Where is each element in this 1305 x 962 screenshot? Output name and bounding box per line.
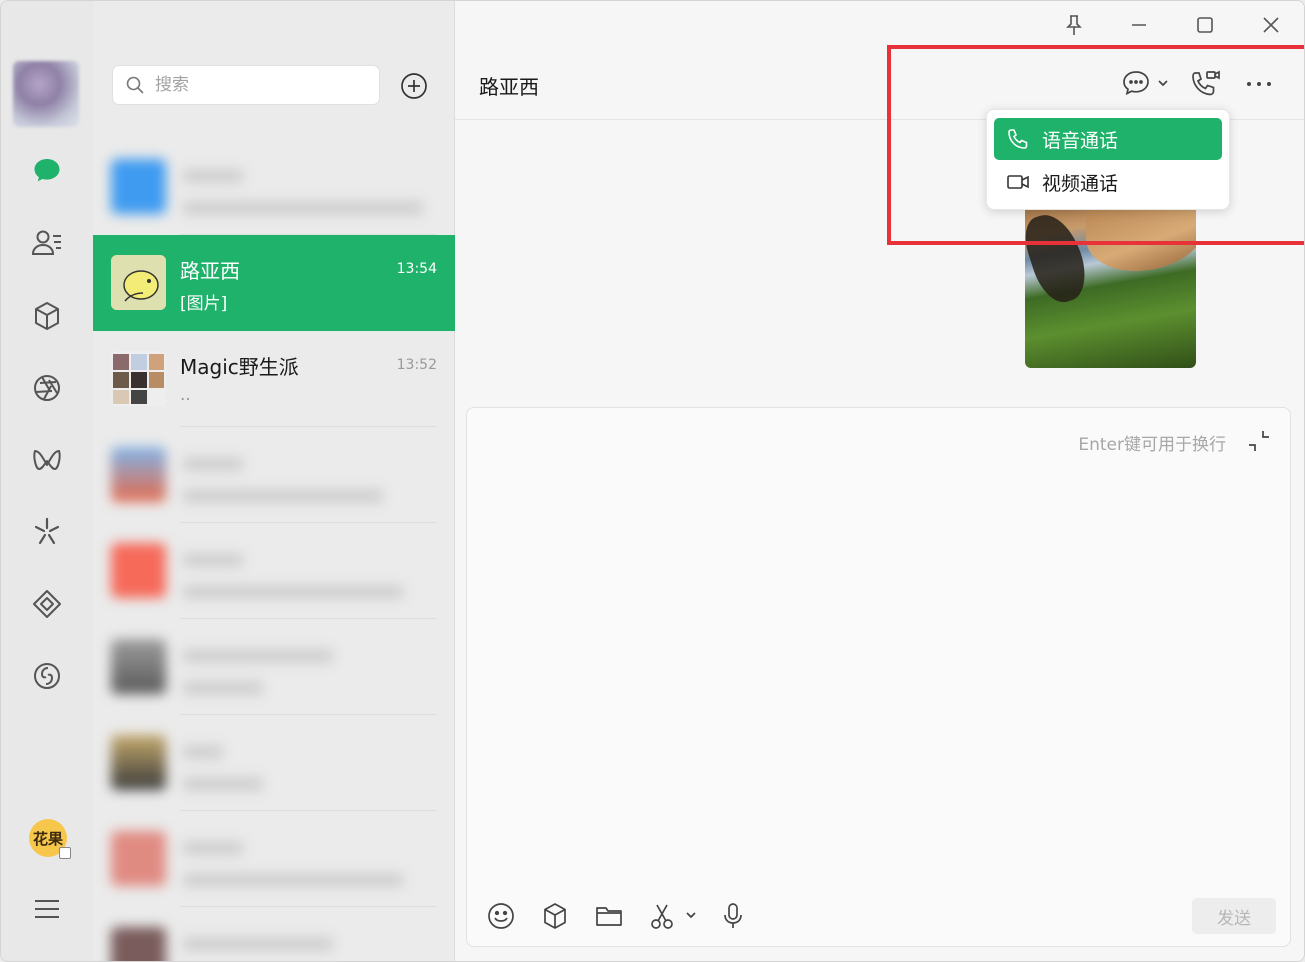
conversation-preview: [图片] (180, 294, 228, 314)
moments-aperture-icon[interactable] (27, 368, 67, 408)
phone-icon (1008, 129, 1028, 149)
status-badge (59, 847, 71, 859)
list-item[interactable] (93, 619, 455, 715)
chat-panel: 路亚西 语音通话 视频通话 Enter键可用于换行 发送 (455, 1, 1304, 961)
music-icon[interactable] (27, 656, 67, 696)
conversation-name: 路亚西 (180, 259, 240, 283)
conversation-time: 13:52 (396, 357, 437, 373)
my-avatar[interactable]: 花果 (29, 819, 71, 859)
send-button[interactable]: 发送 (1192, 898, 1276, 934)
mini-program-icon[interactable] (27, 584, 67, 624)
search-input[interactable] (155, 75, 355, 95)
avatar (111, 255, 166, 310)
list-item[interactable] (93, 907, 455, 961)
nav-rail: 花果 (1, 1, 93, 961)
conversation-name: Magic野生派 (180, 355, 299, 379)
list-item-active[interactable]: 路亚西 13:54 [图片] (93, 235, 455, 331)
conversation-time: 13:54 (396, 261, 437, 277)
user-avatar-top[interactable] (13, 61, 79, 127)
chat-title: 路亚西 (479, 75, 539, 99)
avatar (111, 927, 166, 961)
video-call-label: 视频通话 (1042, 172, 1119, 195)
list-item[interactable] (93, 427, 455, 523)
search-box[interactable] (112, 65, 380, 105)
list-item[interactable] (93, 523, 455, 619)
message-composer: Enter键可用于换行 发送 (466, 407, 1291, 947)
conversation-list: 路亚西 13:54 [图片] Magic野生派 13:52 .. (93, 1, 455, 961)
my-avatar-label: 花果 (32, 829, 63, 848)
search-icon (126, 76, 144, 94)
voice-call-menu-item[interactable]: 语音通话 (994, 118, 1222, 160)
list-item[interactable] (93, 139, 455, 235)
avatar (111, 543, 166, 598)
contacts-icon[interactable] (27, 223, 67, 263)
list-item[interactable] (93, 715, 455, 811)
conversation-preview: .. (180, 385, 191, 405)
microphone-icon[interactable] (717, 900, 749, 932)
avatar (111, 447, 166, 502)
favorites-box-icon[interactable] (27, 296, 67, 336)
minimize-icon[interactable] (1125, 11, 1153, 39)
call-icon[interactable] (1189, 69, 1221, 99)
folder-icon[interactable] (593, 900, 625, 932)
video-call-menu-item[interactable]: 视频通话 (994, 161, 1222, 203)
message-input[interactable] (487, 468, 1267, 888)
chat-icon[interactable] (27, 151, 67, 191)
hamburger-icon[interactable] (27, 889, 67, 929)
screenshot-scissors-icon[interactable] (647, 900, 701, 932)
chat-options-icon[interactable] (1121, 69, 1171, 99)
newline-hint: Enter键可用于换行 (1078, 435, 1226, 455)
wechat-window: 花果 路亚西 13:54 [图片] (0, 0, 1305, 962)
list-item[interactable]: Magic野生派 13:52 .. (93, 331, 455, 427)
avatar (111, 639, 166, 694)
avatar (111, 351, 166, 406)
maximize-icon[interactable] (1191, 11, 1219, 39)
emoji-icon[interactable] (485, 900, 517, 932)
call-dropdown-menu: 语音通话 视频通话 (986, 109, 1230, 210)
pin-icon[interactable] (1060, 11, 1088, 39)
avatar (111, 159, 166, 214)
more-icon[interactable] (1243, 69, 1275, 99)
add-button[interactable] (399, 71, 429, 101)
voice-call-label: 语音通话 (1042, 129, 1119, 152)
channels-icon[interactable] (27, 440, 67, 480)
favorites-box-icon[interactable] (539, 900, 571, 932)
list-item[interactable] (93, 811, 455, 907)
close-icon[interactable] (1257, 11, 1285, 39)
image-message[interactable] (1025, 201, 1196, 368)
discover-sparkle-icon[interactable] (27, 512, 67, 552)
avatar (111, 831, 166, 886)
video-camera-icon (1007, 175, 1029, 189)
collapse-icon[interactable] (1246, 428, 1272, 454)
avatar (111, 735, 166, 790)
